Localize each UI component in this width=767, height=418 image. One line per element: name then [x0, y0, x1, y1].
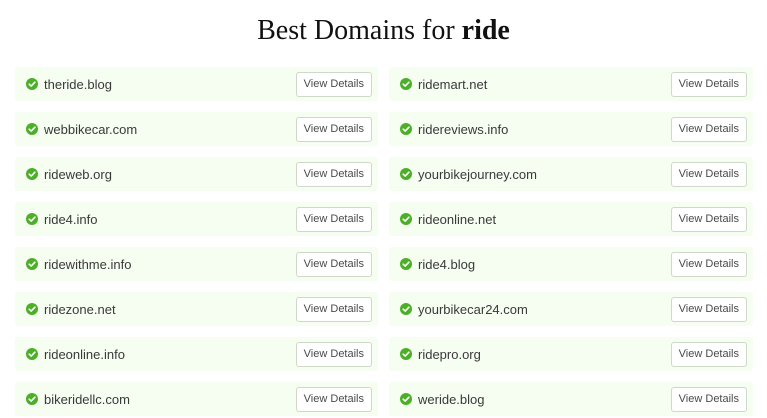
domain-card: rideonline.net View Details	[389, 202, 753, 236]
domain-card: ridemart.net View Details	[389, 67, 753, 101]
domain-card: webbikecar.com View Details	[15, 112, 378, 146]
domain-card: ridepro.org View Details	[389, 337, 753, 371]
check-circle-icon	[400, 123, 412, 135]
domain-name: ridewithme.info	[44, 256, 132, 272]
check-circle-icon	[26, 168, 38, 180]
check-circle-icon	[400, 393, 412, 405]
domain-card: rideweb.org View Details	[15, 157, 378, 191]
domain-card: rideonline.info View Details	[15, 337, 378, 371]
check-circle-icon	[26, 258, 38, 270]
view-details-button[interactable]: View Details	[670, 206, 747, 232]
domain-name: bikeridellc.com	[44, 391, 130, 407]
domain-name: ridepro.org	[418, 346, 481, 362]
domain-card: ridereviews.info View Details	[389, 112, 753, 146]
check-circle-icon	[400, 168, 412, 180]
check-circle-icon	[400, 303, 412, 315]
view-details-button[interactable]: View Details	[670, 341, 747, 367]
domain-card: yourbikejourney.com View Details	[389, 157, 753, 191]
domain-name: rideonline.info	[44, 346, 125, 362]
domain-results-grid: theride.blog View Details ridemart.net View…	[15, 67, 755, 416]
view-details-button[interactable]: View Details	[670, 386, 747, 412]
domain-card: theride.blog View Details	[15, 67, 378, 101]
view-details-button[interactable]: View Details	[295, 116, 372, 142]
domain-name: ridereviews.info	[418, 121, 509, 137]
check-circle-icon	[26, 78, 38, 90]
domain-card: ride4.blog View Details	[389, 247, 753, 281]
domain-name: ride4.blog	[418, 256, 476, 272]
view-details-button[interactable]: View Details	[295, 251, 372, 277]
view-details-button[interactable]: View Details	[295, 71, 372, 97]
domain-card: ridezone.net View Details	[15, 292, 378, 326]
domain-name: weride.blog	[418, 391, 485, 407]
view-details-button[interactable]: View Details	[295, 206, 372, 232]
check-circle-icon	[26, 393, 38, 405]
view-details-button[interactable]: View Details	[295, 386, 372, 412]
domain-name: yourbikecar24.com	[418, 301, 528, 317]
domain-name: rideonline.net	[418, 211, 497, 227]
domain-card: bikeridellc.com View Details	[15, 382, 378, 416]
view-details-button[interactable]: View Details	[670, 161, 747, 187]
check-circle-icon	[400, 348, 412, 360]
view-details-button[interactable]: View Details	[295, 161, 372, 187]
title-keyword: ride	[461, 15, 510, 46]
domain-card: weride.blog View Details	[389, 382, 753, 416]
check-circle-icon	[400, 213, 412, 225]
view-details-button[interactable]: View Details	[670, 296, 747, 322]
domain-name: theride.blog	[44, 76, 112, 92]
check-circle-icon	[26, 213, 38, 225]
domain-name: rideweb.org	[44, 166, 112, 182]
title-prefix: Best Domains for	[257, 15, 455, 46]
domain-card: ride4.info View Details	[15, 202, 378, 236]
check-circle-icon	[400, 78, 412, 90]
view-details-button[interactable]: View Details	[295, 341, 372, 367]
check-circle-icon	[400, 258, 412, 270]
view-details-button[interactable]: View Details	[295, 296, 372, 322]
page-title: Best Domains for ride	[0, 14, 767, 48]
domain-name: webbikecar.com	[44, 121, 138, 137]
view-details-button[interactable]: View Details	[670, 71, 747, 97]
domain-name: yourbikejourney.com	[418, 166, 537, 182]
check-circle-icon	[26, 303, 38, 315]
check-circle-icon	[26, 123, 38, 135]
domain-name: ridezone.net	[44, 301, 116, 317]
view-details-button[interactable]: View Details	[670, 116, 747, 142]
domain-name: ride4.info	[44, 211, 98, 227]
check-circle-icon	[26, 348, 38, 360]
view-details-button[interactable]: View Details	[670, 251, 747, 277]
domain-card: ridewithme.info View Details	[15, 247, 378, 281]
domain-name: ridemart.net	[418, 76, 488, 92]
domain-card: yourbikecar24.com View Details	[389, 292, 753, 326]
